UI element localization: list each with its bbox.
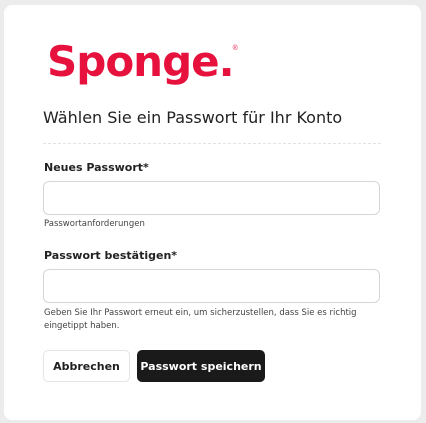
new-password-input[interactable] [43, 181, 380, 215]
confirm-password-input[interactable] [43, 269, 380, 303]
logo-wordmark: Sponge [47, 37, 220, 86]
confirm-password-hint: Geben Sie Ihr Passwort erneut ein, um si… [44, 308, 357, 331]
logo-registered-mark: ® [232, 45, 238, 52]
page-title: Wählen Sie ein Passwort für Ihr Konto [43, 108, 343, 127]
sponge-logo: Sponge. ® [47, 41, 238, 97]
confirm-password-label: Passwort bestätigen* [44, 249, 178, 262]
new-password-label: Neues Passwort* [44, 161, 149, 174]
password-requirements-hint: Passwortanforderungen [44, 219, 145, 229]
divider [43, 143, 381, 144]
cancel-button[interactable]: Abbrechen [43, 350, 130, 382]
save-password-button[interactable]: Passwort speichern [137, 350, 265, 382]
